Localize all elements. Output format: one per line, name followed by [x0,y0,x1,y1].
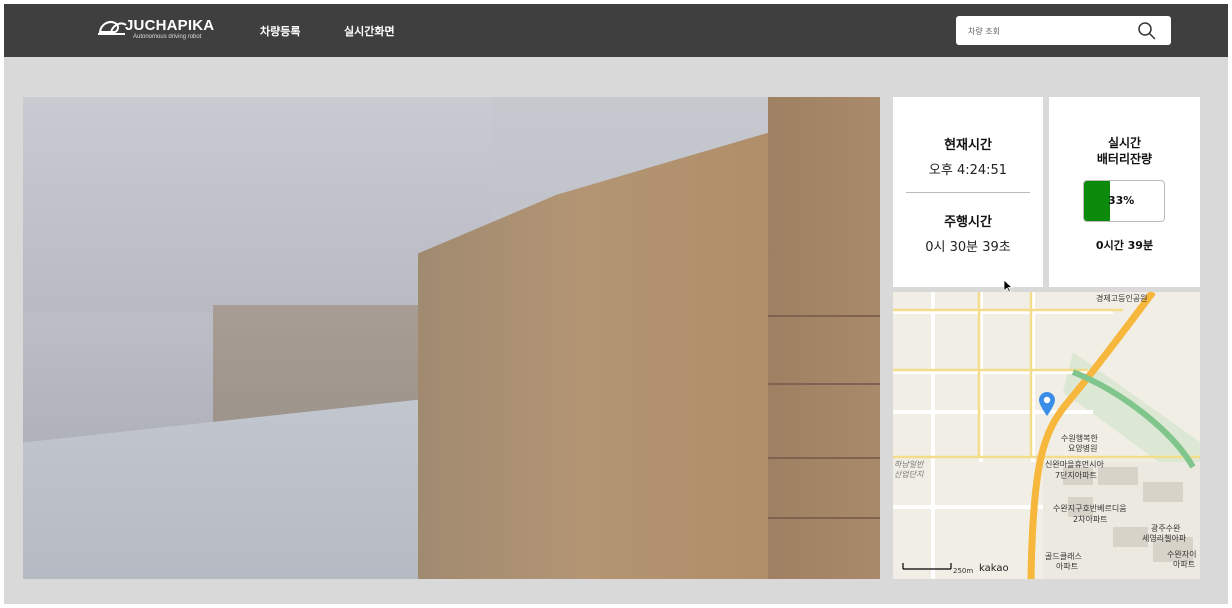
map-label: 신완마을휴먼시아 [1045,460,1104,469]
feed-box-edge [768,517,880,519]
map-label: 세영리첼아파 [1142,534,1187,543]
battery-gauge: 33% [1083,180,1165,222]
nav-vehicle-register[interactable]: 차량등록 [260,23,300,39]
map-label: 하남일반 [894,460,924,469]
drive-time-value: 0시 30분 39초 [925,240,1011,255]
vehicle-search-box [956,16,1171,45]
map-label: 산업단지 [894,470,924,479]
camera-live-feed [23,97,880,579]
battery-label-line2: 배터리잔량 [1096,152,1153,166]
map-label: 수완지구호반베르디움 [1053,504,1127,513]
map-label: 아파트 [1173,560,1196,569]
brand-title: JUCHAPIKA [125,17,215,34]
location-map[interactable]: 경제고등인공원 수원행복한 요양병원 신완마을휴먼시아 7단지아파트 수완지구호… [893,292,1200,579]
map-label: 수완자이 [1167,550,1197,559]
current-time-label: 현재시간 [944,138,992,153]
map-marker-icon[interactable] [1038,391,1056,417]
brand-logo[interactable]: JUCHAPIKA Autonomous driving robot [97,15,227,45]
top-navigation-bar: JUCHAPIKA Autonomous driving robot 차량등록 … [4,4,1228,57]
battery-gauge-fill [1084,181,1111,221]
map-label: 아파트 [1056,562,1079,571]
search-icon [1138,22,1156,40]
battery-card: 실시간 배터리잔량 33% 0시간 39분 [1049,97,1200,287]
brand-subtitle: Autonomous driving robot [133,34,202,40]
map-label: 요양병원 [1068,444,1098,453]
time-card-divider [906,192,1030,193]
map-label: 수원행복한 [1061,434,1098,443]
map-label: 골드클래스 [1045,552,1082,561]
current-time-value: 오후 4:24:51 [928,163,1008,178]
time-card: 현재시간 오후 4:24:51 주행시간 0시 30분 39초 [893,97,1043,287]
battery-percent: 33% [1108,194,1135,207]
map-label: 7단지아파트 [1055,471,1097,480]
map-label: 광주수완 [1151,524,1181,533]
drive-time-label: 주행시간 [944,215,992,230]
feed-box-flap [768,97,880,579]
search-button[interactable] [1136,20,1158,42]
vehicle-search-input[interactable] [966,22,1130,41]
feed-box-edge [768,457,880,459]
map-scale-label: 250m [953,567,974,575]
battery-label-line1: 실시간 [1107,136,1142,150]
kakao-map-logo[interactable]: kakao [979,564,1009,574]
nav-realtime-view[interactable]: 실시간화면 [344,23,395,39]
battery-remaining-time: 0시간 39분 [1095,239,1154,252]
map-label: 경제고등인공원 [1096,294,1148,303]
feed-box-edge [768,383,880,385]
feed-box-edge [768,315,880,317]
map-label: 2차아파트 [1073,515,1108,524]
mouse-pointer-icon [1003,279,1013,293]
